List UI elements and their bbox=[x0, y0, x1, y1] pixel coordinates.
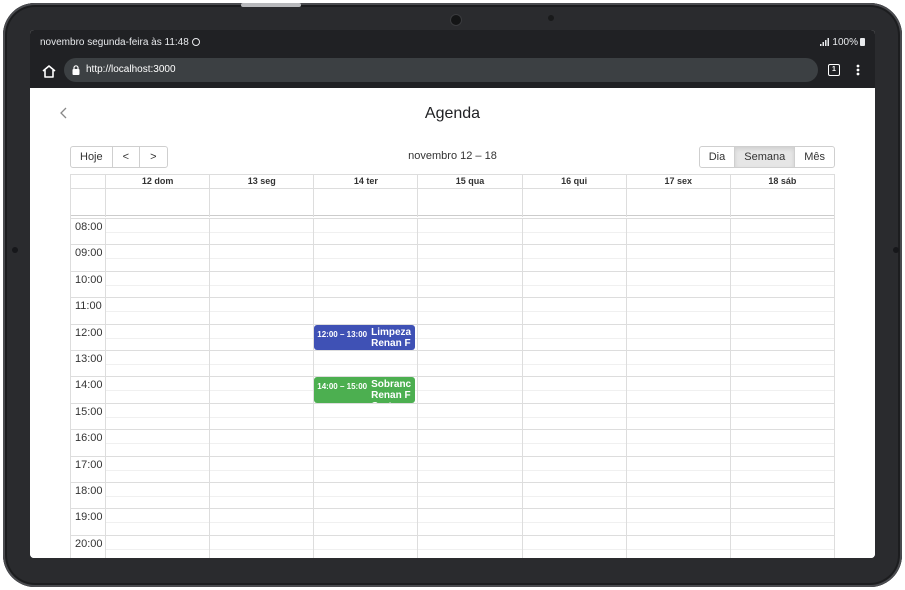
battery-percent: 100% bbox=[832, 37, 858, 48]
week-calendar: 12 dom 13 seg 14 ter 15 qua 16 qui 17 sex 18 s… bbox=[70, 174, 835, 558]
day-column[interactable] bbox=[417, 218, 521, 558]
address-bar[interactable]: http://localhost:3000 bbox=[64, 58, 818, 82]
side-sensor-right bbox=[893, 247, 899, 253]
view-month-button[interactable]: Mês bbox=[794, 146, 835, 168]
page-title: Agenda bbox=[424, 105, 481, 122]
time-label: 13:00 bbox=[75, 353, 103, 365]
day-header[interactable]: 16 qui bbox=[521, 175, 626, 188]
time-label: 08:00 bbox=[75, 221, 103, 233]
home-icon[interactable] bbox=[40, 63, 58, 81]
status-bar: novembro segunda-feira às 11:48 100% bbox=[30, 30, 875, 56]
event-time: 12:00 – 13:00 bbox=[317, 329, 368, 339]
event-title: Limpeza Renan F Cortes bbox=[371, 326, 412, 350]
status-datetime: novembro segunda-feira às 11:48 bbox=[40, 37, 189, 48]
day-header[interactable]: 13 seg bbox=[209, 175, 313, 188]
time-label: 11:00 bbox=[75, 300, 102, 313]
power-button bbox=[241, 3, 301, 7]
front-camera bbox=[451, 15, 461, 25]
day-header[interactable]: 15 qua bbox=[417, 175, 521, 188]
day-column[interactable] bbox=[521, 218, 626, 558]
time-label: 19:00 bbox=[75, 511, 103, 524]
notification-icon bbox=[191, 38, 200, 46]
browser-toolbar: http://localhost:3000 1 bbox=[30, 56, 875, 88]
all-day-row bbox=[71, 188, 834, 217]
time-label: 17:00 bbox=[75, 458, 103, 471]
day-header[interactable]: 14 ter bbox=[313, 175, 417, 188]
day-column[interactable] bbox=[209, 218, 313, 558]
calendar-event[interactable]: 12:00 – 13:00Limpeza Renan F Cortes bbox=[314, 324, 416, 350]
time-label: 14:00 bbox=[75, 379, 103, 392]
day-column[interactable] bbox=[729, 218, 834, 558]
time-label: 20:00 bbox=[75, 537, 103, 550]
all-day-cell[interactable] bbox=[625, 189, 730, 217]
day-header-row: 12 dom 13 seg 14 ter 15 qua 16 qui 17 sex 18 s… bbox=[71, 175, 834, 188]
day-column[interactable] bbox=[105, 218, 209, 558]
all-day-cell[interactable] bbox=[417, 189, 521, 217]
calendar-event[interactable]: 14:00 – 15:00Sobranc Renan F Cortes bbox=[314, 377, 416, 403]
all-day-cell[interactable] bbox=[105, 189, 209, 217]
event-time: 14:00 – 15:00 bbox=[317, 382, 368, 392]
all-day-cell[interactable] bbox=[521, 189, 626, 217]
day-header[interactable]: 18 sáb bbox=[729, 175, 834, 188]
time-label: 18:00 bbox=[75, 485, 103, 497]
screen: novembro segunda-feira às 11:48 100% htt… bbox=[30, 30, 875, 558]
tab-switcher-button[interactable]: 1 bbox=[828, 64, 840, 76]
day-header[interactable]: 17 sex bbox=[625, 175, 730, 188]
time-label: 12:00 bbox=[75, 326, 103, 339]
page-content: Agenda Hoje < > novembro 12 – 18 Dia Sem… bbox=[30, 88, 875, 558]
signal-icon bbox=[820, 38, 830, 46]
side-sensor bbox=[12, 247, 18, 253]
time-label: 09:00 bbox=[75, 247, 103, 260]
view-week-button[interactable]: Semana bbox=[734, 146, 796, 168]
all-day-cell[interactable] bbox=[313, 189, 417, 217]
calendar-toolbar: Hoje < > novembro 12 – 18 Dia Semana Mês bbox=[70, 146, 835, 168]
all-day-cell[interactable] bbox=[209, 189, 313, 217]
time-label: 16:00 bbox=[75, 432, 103, 445]
view-day-button[interactable]: Dia bbox=[698, 146, 736, 168]
event-title: Sobranc Renan F Cortes bbox=[371, 379, 412, 402]
view-button-group: Dia Semana Mês bbox=[698, 146, 835, 168]
status-right: 100% bbox=[820, 37, 865, 48]
lock-icon bbox=[72, 65, 80, 75]
light-sensor bbox=[548, 15, 554, 21]
day-header[interactable]: 12 dom bbox=[105, 175, 209, 188]
more-menu-icon[interactable] bbox=[853, 62, 863, 78]
day-column[interactable] bbox=[625, 218, 730, 558]
all-day-cell[interactable] bbox=[729, 189, 834, 217]
time-label: 10:00 bbox=[75, 273, 103, 286]
time-grid: 08:00 09:00 10:00 11:00 12:00 13:00 14:00 15:00… bbox=[71, 218, 834, 558]
time-label: 15:00 bbox=[75, 405, 103, 418]
status-left: novembro segunda-feira às 11:48 bbox=[40, 37, 200, 48]
url-text[interactable]: http://localhost:3000 bbox=[86, 64, 176, 75]
battery-icon bbox=[860, 38, 865, 46]
